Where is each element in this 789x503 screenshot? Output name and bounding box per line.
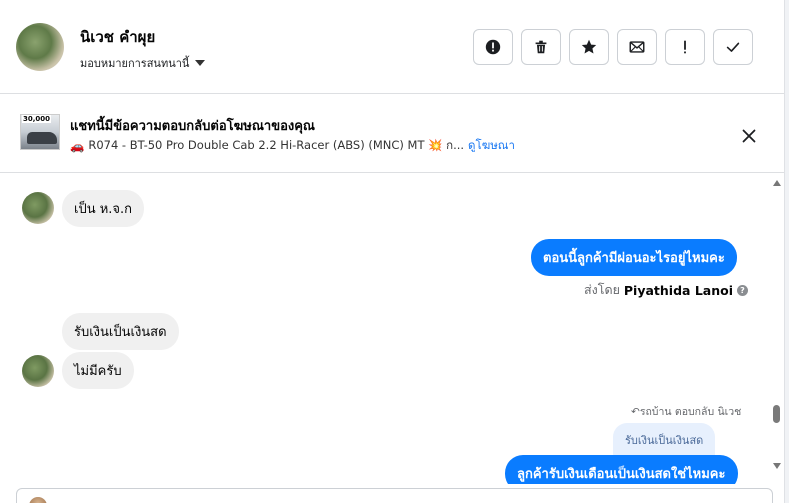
message-bubble-outgoing[interactable]: ตอนนี้ลูกค้ามีผ่อนอะไรอยู่ไหมคะ (531, 239, 737, 276)
checkmark-icon (726, 42, 740, 52)
contact-avatar-small (22, 192, 54, 224)
report-button[interactable] (473, 29, 513, 65)
ad-context-title: แชทนี้มีข้อความตอบกลับต่อโฆษณาของคุณ (70, 119, 315, 134)
car-image (27, 132, 57, 144)
star-icon (581, 39, 597, 54)
scroll-up-arrow-icon[interactable] (773, 180, 781, 186)
ad-thumbnail[interactable]: 30,000 (20, 114, 60, 150)
message-thread[interactable]: เป็น ห.จ.ก ตอนนี้ลูกค้ามีผ่อนอะไรอยู่ไหม… (0, 174, 770, 484)
caret-down-icon (195, 60, 206, 66)
reply-arrow-icon: ↶ (631, 406, 640, 418)
contact-avatar-small (22, 355, 54, 387)
header-actions (473, 29, 753, 65)
mark-done-button[interactable] (713, 29, 753, 65)
car-emoji-icon: 🚗 (70, 139, 85, 153)
close-icon[interactable] (738, 125, 760, 147)
assign-label: มอบหมายการสนทนานี้ (80, 57, 190, 70)
sent-by-label: ส่งโดย Piyathida Lanoi ? (584, 280, 748, 300)
sent-by-name: Piyathida Lanoi (623, 282, 733, 298)
contact-avatar[interactable] (16, 23, 64, 71)
alert-circle-icon (485, 39, 501, 55)
ad-context-bar: 30,000 แชทนี้มีข้อความตอบกลับต่อโฆษณาของ… (0, 95, 784, 173)
scroll-down-arrow-icon[interactable] (773, 463, 781, 469)
follow-up-button[interactable] (665, 29, 705, 65)
sent-by-prefix: ส่งโดย (584, 282, 620, 297)
envelope-icon (629, 41, 645, 53)
conversation-header: นิเวช คำผุย มอบหมายการสนทนานี้ (0, 0, 784, 94)
user-avatar (29, 497, 47, 503)
scrollbar[interactable] (770, 174, 784, 484)
reply-note-text: รถบ้าน ตอบกลับ นิเวช (639, 406, 742, 418)
ad-context-subtitle: 🚗 R074 - BT-50 Pro Double Cab 2.2 Hi-Rac… (70, 137, 515, 155)
scrollbar-thumb[interactable] (773, 405, 780, 423)
message-bubble-incoming[interactable]: ไม่มีครับ (62, 352, 134, 389)
contact-name[interactable]: นิเวช คำผุย (80, 25, 155, 49)
message-bubble-outgoing[interactable]: ลูกค้ารับเงินเดือนเป็นเงินสดใช่ไหมคะ (505, 455, 738, 484)
help-icon[interactable]: ? (737, 284, 748, 296)
mark-unread-button[interactable] (617, 29, 657, 65)
message-composer[interactable] (16, 488, 773, 503)
reply-note: ↶รถบ้าน ตอบกลับ นิเวช (631, 403, 741, 420)
delete-button[interactable] (521, 29, 561, 65)
view-ad-link[interactable]: ดูโฆษณา (468, 137, 515, 155)
ad-text: R074 - BT-50 Pro Double Cab 2.2 Hi-Racer… (88, 138, 465, 152)
window-edge (784, 0, 789, 503)
exclamation-icon (684, 40, 686, 54)
message-bubble-incoming[interactable]: รับเงินเป็นเงินสด (62, 313, 179, 350)
assign-conversation-dropdown[interactable]: มอบหมายการสนทนานี้ (80, 54, 206, 72)
star-button[interactable] (569, 29, 609, 65)
thumbnail-price: 30,000 (22, 115, 52, 123)
message-bubble-incoming[interactable]: เป็น ห.จ.ก (62, 190, 145, 227)
trash-icon (535, 40, 547, 54)
